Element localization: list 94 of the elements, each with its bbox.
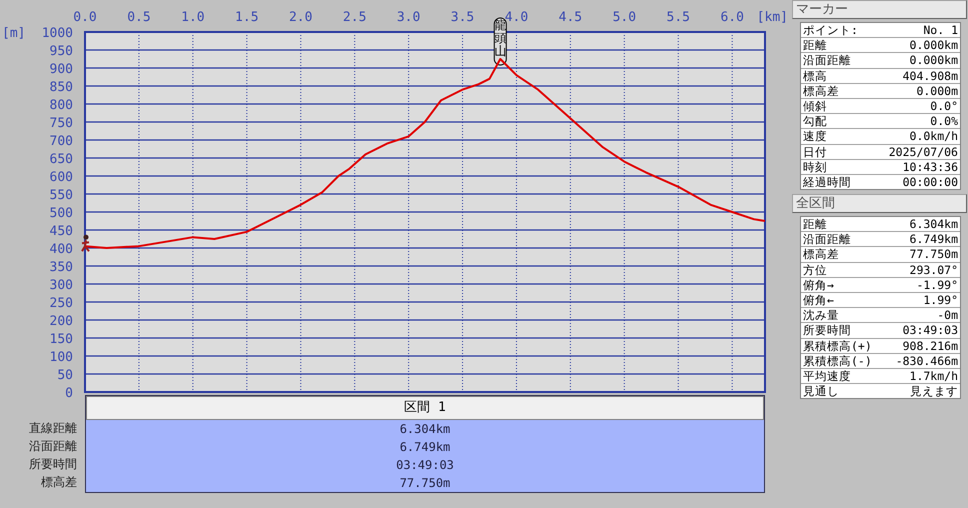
y-tick-label: 450 xyxy=(50,224,73,239)
info-value: 1.7km/h xyxy=(910,368,958,384)
info-value: 見えます xyxy=(910,384,958,398)
info-value: 2025/07/06 xyxy=(888,144,958,159)
y-tick-label: 350 xyxy=(50,260,73,275)
x-tick-label: 2.5 xyxy=(342,10,366,25)
panel-title[interactable]: 全区間 xyxy=(792,194,967,214)
info-label: 標高 xyxy=(803,68,827,83)
info-value: 0.000km xyxy=(910,38,958,52)
x-tick-label: 0.5 xyxy=(127,10,151,25)
x-tick-label: 3.0 xyxy=(396,10,420,25)
info-value: 0.0% xyxy=(930,114,958,128)
y-tick-label: 850 xyxy=(50,80,73,95)
row-value: 03:49:03 xyxy=(395,457,455,474)
y-tick-label: 150 xyxy=(50,332,73,347)
x-tick-label: 5.5 xyxy=(666,10,690,25)
y-tick-label: 750 xyxy=(50,116,73,131)
info-label: 俯角← xyxy=(803,293,834,308)
y-tick-label: 900 xyxy=(50,62,73,77)
info-label: 距離 xyxy=(803,38,827,52)
x-tick-label: 6.0 xyxy=(720,10,744,25)
info-value: 03:49:03 xyxy=(902,323,958,338)
x-tick-label: 2.0 xyxy=(289,10,312,25)
info-value: -0m xyxy=(937,308,958,322)
info-label: 標高差 xyxy=(803,247,839,262)
row-label: 標高差 xyxy=(40,474,78,491)
info-value: 404.908m xyxy=(902,68,958,83)
row-label: 沿面距離 xyxy=(28,438,78,455)
info-value: No. 1 xyxy=(923,23,958,38)
row-value: 6.749km xyxy=(398,439,452,456)
x-tick-label: 1.5 xyxy=(235,10,259,25)
info-label: 沿面距離 xyxy=(803,53,851,68)
info-label: 所要時間 xyxy=(803,323,851,338)
y-axis-unit: [m] xyxy=(2,26,26,41)
info-value: 293.07° xyxy=(910,262,958,277)
info-value: 0.0km/h xyxy=(910,129,958,144)
info-value: 6.749km xyxy=(910,232,958,246)
info-label: 平均速度 xyxy=(803,368,851,384)
info-label: 時刻 xyxy=(803,160,827,174)
row-value: 6.304km xyxy=(398,421,452,438)
x-tick-label: 4.5 xyxy=(558,10,582,25)
y-tick-label: 1000 xyxy=(42,26,73,41)
y-tick-label: 300 xyxy=(50,278,73,293)
info-value: 908.216m xyxy=(902,338,958,353)
info-label: 距離 xyxy=(803,217,827,232)
info-value: 00:00:00 xyxy=(902,174,958,190)
y-tick-label: 700 xyxy=(50,134,73,149)
x-tick-label: 5.0 xyxy=(612,10,636,25)
info-label: 沈み量 xyxy=(803,308,839,322)
info-label: 傾斜 xyxy=(803,98,827,114)
row-value: 77.750m xyxy=(398,475,452,492)
x-tick-label: 4.0 xyxy=(504,10,528,25)
row-label: 所要時間 xyxy=(28,456,78,473)
y-tick-label: 250 xyxy=(50,296,73,311)
y-tick-label: 500 xyxy=(50,206,73,221)
info-label: 見通し xyxy=(803,384,839,398)
info-value: 10:43:36 xyxy=(902,160,958,174)
info-value: 77.750m xyxy=(910,247,958,262)
info-value: 6.304km xyxy=(910,217,958,232)
info-label: 標高差 xyxy=(803,84,839,98)
person-icon xyxy=(81,234,90,252)
info-value: -830.466m xyxy=(896,354,958,368)
y-tick-label: 550 xyxy=(50,188,73,203)
section-header: 区間 1 xyxy=(86,396,764,420)
info-label: 経過時間 xyxy=(803,174,851,190)
info-value: 0.000km xyxy=(910,53,958,68)
info-value: 1.99° xyxy=(923,293,958,308)
info-label: 累積標高(-) xyxy=(803,354,872,368)
y-tick-label: 600 xyxy=(50,170,73,185)
info-label: 日付 xyxy=(803,144,827,159)
info-label: 沿面距離 xyxy=(803,232,851,246)
y-tick-label: 0 xyxy=(65,386,73,400)
x-axis-unit: [km] xyxy=(756,10,788,25)
y-tick-label: 950 xyxy=(50,44,73,59)
info-value: 0.0° xyxy=(930,98,958,114)
row-label: 直線距離 xyxy=(28,420,78,437)
info-value: -1.99° xyxy=(916,278,958,292)
info-value: 0.000m xyxy=(916,84,958,98)
y-tick-label: 400 xyxy=(50,242,73,257)
x-tick-label: 3.5 xyxy=(450,10,474,25)
info-label: 方位 xyxy=(803,262,827,277)
info-label: 勾配 xyxy=(803,114,827,128)
info-label: ポイント: xyxy=(803,23,858,38)
x-tick-label: 0.0 xyxy=(73,10,97,25)
info-label: 速度 xyxy=(803,129,827,144)
x-tick-label: 1.0 xyxy=(181,10,205,25)
panel-title[interactable]: マーカー xyxy=(792,0,967,19)
info-label: 累積標高(+) xyxy=(803,338,872,353)
y-tick-label: 50 xyxy=(57,368,73,383)
y-tick-label: 200 xyxy=(50,314,73,329)
y-tick-label: 650 xyxy=(50,152,73,167)
y-tick-label: 800 xyxy=(50,98,73,113)
info-label: 俯角→ xyxy=(803,278,834,292)
y-tick-label: 100 xyxy=(50,350,73,365)
